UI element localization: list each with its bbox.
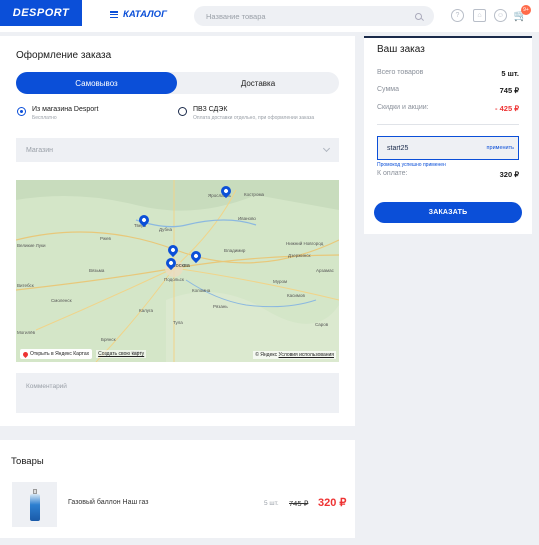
products-title: Товары (11, 456, 44, 467)
tab-pickup[interactable]: Самовывоз (16, 72, 177, 94)
chevron-down-icon (322, 144, 331, 153)
order-title: Оформление заказа (16, 50, 112, 61)
map-city-label: Подольск (164, 277, 184, 282)
open-in-yandex-button[interactable]: Открыть в Яндекс Картах (20, 349, 93, 359)
map-city-label: Ржев (100, 236, 111, 241)
header: DESPORT КАТАЛОГ ? ⌂ ☺ 🛒 9+ (0, 0, 539, 32)
option-store-pickup[interactable]: Из магазина Desport Бесплатно (17, 106, 98, 121)
promo-apply-button[interactable]: применить (487, 145, 514, 151)
map-city-label: Великие Луки (17, 243, 46, 248)
help-icon[interactable]: ? (451, 9, 464, 22)
open-in-yandex-label: Открыть в Яндекс Картах (30, 351, 90, 357)
map-city-label: Тула (173, 320, 183, 325)
product-price: 320 ₽ (318, 497, 347, 509)
order-summary: Ваш заказ Всего товаров 5 шт. Сумма 745 … (364, 36, 532, 234)
map-city-label: Смоленск (51, 298, 72, 303)
option-subtitle: Бесплатно (32, 115, 57, 121)
map[interactable]: Ярославль Кострома Тверь Дубна Иваново В… (16, 180, 339, 362)
map-city-label: Калуга (139, 308, 154, 313)
promo-code-box: применить (377, 136, 519, 160)
option-title: Из магазина Desport (32, 106, 99, 113)
total-value: 320 ₽ (499, 170, 519, 179)
shop-select-placeholder: Магазин (26, 146, 54, 154)
map-city-label: Коломна (192, 288, 211, 293)
cart-badge: 9+ (521, 5, 531, 15)
option-cdek-point[interactable]: ПВЗ СДЭК Оплата доставки отдельно, при о… (178, 106, 314, 121)
catalog-button[interactable]: КАТАЛОГ (110, 9, 167, 20)
summary-label: Сумма (377, 86, 399, 93)
map-terms-link[interactable]: Условия использования (279, 352, 335, 358)
map-city-label: Рязань (213, 304, 228, 309)
product-old-price: 745 ₽ (289, 499, 309, 508)
tab-delivery[interactable]: Доставка (177, 72, 339, 94)
map-city-label: Вязьма (89, 268, 105, 273)
search-input[interactable] (206, 11, 396, 21)
gas-canister-icon (29, 488, 40, 521)
map-city-label: Арзамас (316, 268, 334, 273)
map-city-label: Дубна (159, 227, 173, 232)
summary-row-count: Всего товаров 5 шт. (377, 69, 519, 78)
radio-store-pickup[interactable] (17, 107, 26, 116)
map-city-label: Дзержинск (288, 253, 311, 258)
desport-logo[interactable]: DESPORT (0, 0, 82, 26)
promo-code-input[interactable] (387, 144, 467, 152)
radio-cdek-point[interactable] (178, 107, 187, 116)
catalog-label: КАТАЛОГ (123, 9, 167, 20)
summary-row-discount: Скидки и акции: - 425 ₽ (377, 104, 519, 113)
menu-icon (110, 11, 118, 18)
map-city-label: Саров (315, 322, 329, 327)
products-section: Товары Газовый баллон Наш газ 5 шт. 745 … (0, 440, 355, 538)
user-icon[interactable]: ☺ (494, 9, 507, 22)
product-name[interactable]: Газовый баллон Наш газ (68, 499, 148, 506)
order-button[interactable]: ЗАКАЗАТЬ (374, 202, 522, 223)
map-city-label: Муром (273, 279, 288, 284)
summary-value: 745 ₽ (499, 86, 519, 95)
map-background (16, 180, 339, 362)
summary-label: Всего товаров (377, 69, 424, 76)
map-city-label: Витебск (17, 283, 34, 288)
yandex-pin-icon (21, 350, 30, 358)
summary-divider (377, 124, 519, 125)
comment-field[interactable] (16, 373, 339, 413)
map-footer-links: Открыть в Яндекс Картах Создать свою кар… (20, 349, 147, 359)
product-qty: 5 шт. (264, 500, 279, 507)
search-bar (194, 6, 434, 26)
summary-value: 5 шт. (501, 69, 519, 78)
promo-success-message: Промокод успешно применен (377, 162, 446, 168)
map-copyright: © Яндекс Условия использования (253, 351, 336, 359)
summary-value: - 425 ₽ (495, 104, 519, 113)
map-city-label: Нижний Новгород (286, 241, 324, 246)
summary-row-sum: Сумма 745 ₽ (377, 86, 519, 95)
store-icon[interactable]: ⌂ (473, 9, 486, 22)
delivery-tabs: Самовывоз Доставка (16, 72, 339, 94)
map-city-label: Касимов (287, 293, 305, 298)
option-subtitle: Оплата доставки отдельно, при оформлении… (193, 115, 315, 121)
map-city-label: Могилёв (17, 330, 35, 335)
map-copyright-text: © Яндекс (255, 352, 278, 358)
map-city-label: Иваново (238, 216, 256, 221)
summary-title: Ваш заказ (377, 44, 425, 55)
search-icon[interactable] (415, 12, 422, 20)
summary-label: Скидки и акции: (377, 104, 429, 111)
create-map-link[interactable]: Создать свою карту (96, 350, 147, 358)
map-city-label: Брянск (101, 337, 116, 342)
map-city-label: Кострома (244, 192, 265, 197)
summary-row-total: К оплате: 320 ₽ (377, 170, 519, 179)
order-form: Оформление заказа Самовывоз Доставка Из … (0, 36, 355, 426)
map-city-label: Владимир (224, 248, 246, 253)
total-label: К оплате: (377, 170, 408, 177)
option-title: ПВЗ СДЭК (193, 106, 228, 113)
product-image[interactable] (12, 482, 57, 527)
shop-select[interactable]: Магазин (16, 138, 339, 162)
